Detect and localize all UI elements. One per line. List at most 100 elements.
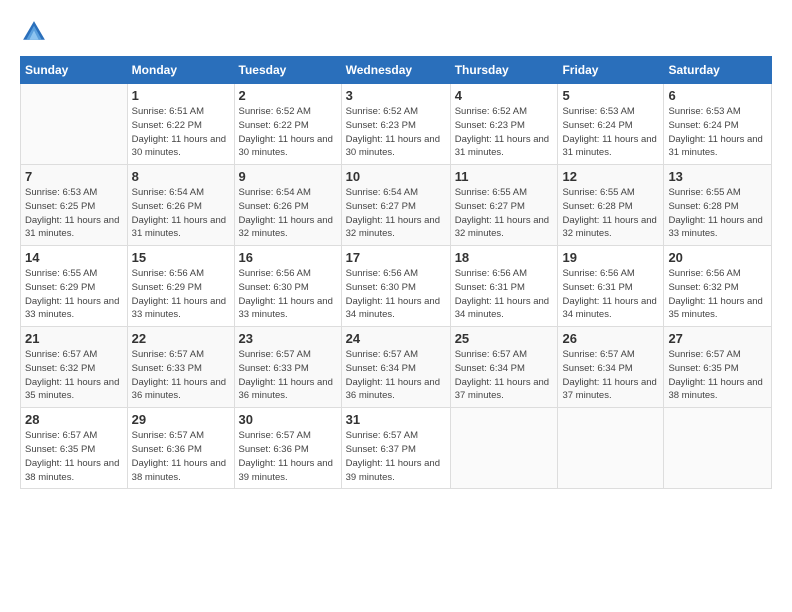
day-info: Sunrise: 6:55 AMSunset: 6:27 PMDaylight:… [455, 186, 554, 241]
day-info: Sunrise: 6:53 AMSunset: 6:25 PMDaylight:… [25, 186, 123, 241]
day-number: 7 [25, 169, 123, 184]
calendar-cell: 4Sunrise: 6:52 AMSunset: 6:23 PMDaylight… [450, 84, 558, 165]
day-info: Sunrise: 6:57 AMSunset: 6:33 PMDaylight:… [132, 348, 230, 403]
day-number: 12 [562, 169, 659, 184]
day-info: Sunrise: 6:56 AMSunset: 6:31 PMDaylight:… [562, 267, 659, 322]
day-number: 20 [668, 250, 767, 265]
calendar-cell: 27Sunrise: 6:57 AMSunset: 6:35 PMDayligh… [664, 327, 772, 408]
day-number: 15 [132, 250, 230, 265]
calendar-cell: 26 Sunrise: 6:57 AMSunset: 6:34 PMDayligh… [558, 327, 664, 408]
day-number: 8 [132, 169, 230, 184]
day-number: 30 [239, 412, 337, 427]
calendar-cell: 15 Sunrise: 6:56 AMSunset: 6:29 PMDayligh… [127, 246, 234, 327]
calendar-cell: 8 Sunrise: 6:54 AMSunset: 6:26 PMDaylight… [127, 165, 234, 246]
day-info: Sunrise: 6:57 AMSunset: 6:32 PMDaylight:… [25, 348, 123, 403]
day-info: Sunrise: 6:56 AMSunset: 6:29 PMDaylight:… [132, 267, 230, 322]
calendar-week-2: 14Sunrise: 6:55 AMSunset: 6:29 PMDayligh… [21, 246, 772, 327]
calendar-week-1: 7 Sunrise: 6:53 AMSunset: 6:25 PMDaylight… [21, 165, 772, 246]
day-number: 16 [239, 250, 337, 265]
calendar-cell: 20 Sunrise: 6:56 AMSunset: 6:32 PMDayligh… [664, 246, 772, 327]
calendar-cell: 2 Sunrise: 6:52 AMSunset: 6:22 PMDaylight… [234, 84, 341, 165]
header-row: Sunday Monday Tuesday Wednesday Thursday… [21, 57, 772, 84]
day-number: 29 [132, 412, 230, 427]
day-info: Sunrise: 6:56 AMSunset: 6:31 PMDaylight:… [455, 267, 554, 322]
day-number: 6 [668, 88, 767, 103]
calendar-cell: 9 Sunrise: 6:54 AMSunset: 6:26 PMDaylight… [234, 165, 341, 246]
day-number: 10 [346, 169, 446, 184]
calendar-cell [664, 408, 772, 489]
day-info: Sunrise: 6:57 AMSunset: 6:33 PMDaylight:… [239, 348, 337, 403]
day-number: 24 [346, 331, 446, 346]
calendar-cell: 19Sunrise: 6:56 AMSunset: 6:31 PMDayligh… [558, 246, 664, 327]
day-info: Sunrise: 6:57 AMSunset: 6:35 PMDaylight:… [668, 348, 767, 403]
col-saturday: Saturday [664, 57, 772, 84]
col-thursday: Thursday [450, 57, 558, 84]
calendar-cell: 28Sunrise: 6:57 AMSunset: 6:35 PMDayligh… [21, 408, 128, 489]
calendar-cell: 7 Sunrise: 6:53 AMSunset: 6:25 PMDaylight… [21, 165, 128, 246]
day-number: 23 [239, 331, 337, 346]
day-info: Sunrise: 6:53 AMSunset: 6:24 PMDaylight:… [562, 105, 659, 160]
day-number: 11 [455, 169, 554, 184]
calendar-cell: 23 Sunrise: 6:57 AMSunset: 6:33 PMDayligh… [234, 327, 341, 408]
calendar-cell: 25 Sunrise: 6:57 AMSunset: 6:34 PMDayligh… [450, 327, 558, 408]
day-info: Sunrise: 6:52 AMSunset: 6:22 PMDaylight:… [239, 105, 337, 160]
calendar-cell: 22 Sunrise: 6:57 AMSunset: 6:33 PMDayligh… [127, 327, 234, 408]
day-info: Sunrise: 6:55 AMSunset: 6:28 PMDaylight:… [562, 186, 659, 241]
col-friday: Friday [558, 57, 664, 84]
calendar-cell: 29 Sunrise: 6:57 AMSunset: 6:36 PMDayligh… [127, 408, 234, 489]
calendar-week-4: 28Sunrise: 6:57 AMSunset: 6:35 PMDayligh… [21, 408, 772, 489]
calendar-week-0: 1 Sunrise: 6:51 AMSunset: 6:22 PMDaylight… [21, 84, 772, 165]
day-info: Sunrise: 6:57 AMSunset: 6:36 PMDaylight:… [132, 429, 230, 484]
day-info: Sunrise: 6:51 AMSunset: 6:22 PMDaylight:… [132, 105, 230, 160]
calendar-cell [21, 84, 128, 165]
page: Sunday Monday Tuesday Wednesday Thursday… [0, 0, 792, 612]
day-number: 22 [132, 331, 230, 346]
calendar-cell: 18 Sunrise: 6:56 AMSunset: 6:31 PMDayligh… [450, 246, 558, 327]
calendar-cell: 14Sunrise: 6:55 AMSunset: 6:29 PMDayligh… [21, 246, 128, 327]
day-info: Sunrise: 6:54 AMSunset: 6:27 PMDaylight:… [346, 186, 446, 241]
day-info: Sunrise: 6:52 AMSunset: 6:23 PMDaylight:… [346, 105, 446, 160]
calendar-cell: 1 Sunrise: 6:51 AMSunset: 6:22 PMDaylight… [127, 84, 234, 165]
calendar-cell: 16 Sunrise: 6:56 AMSunset: 6:30 PMDayligh… [234, 246, 341, 327]
calendar-cell: 6Sunrise: 6:53 AMSunset: 6:24 PMDaylight… [664, 84, 772, 165]
calendar-cell: 17Sunrise: 6:56 AMSunset: 6:30 PMDayligh… [341, 246, 450, 327]
day-info: Sunrise: 6:57 AMSunset: 6:37 PMDaylight:… [346, 429, 446, 484]
logo-icon [20, 18, 48, 46]
day-info: Sunrise: 6:56 AMSunset: 6:30 PMDaylight:… [239, 267, 337, 322]
day-number: 21 [25, 331, 123, 346]
header [20, 18, 772, 46]
calendar-cell: 13Sunrise: 6:55 AMSunset: 6:28 PMDayligh… [664, 165, 772, 246]
day-info: Sunrise: 6:57 AMSunset: 6:34 PMDaylight:… [455, 348, 554, 403]
calendar-cell: 31 Sunrise: 6:57 AMSunset: 6:37 PMDayligh… [341, 408, 450, 489]
calendar-cell [558, 408, 664, 489]
day-number: 3 [346, 88, 446, 103]
logo [20, 18, 52, 46]
col-wednesday: Wednesday [341, 57, 450, 84]
calendar-cell: 3 Sunrise: 6:52 AMSunset: 6:23 PMDaylight… [341, 84, 450, 165]
day-number: 17 [346, 250, 446, 265]
calendar-cell [450, 408, 558, 489]
day-number: 1 [132, 88, 230, 103]
calendar-cell: 10 Sunrise: 6:54 AMSunset: 6:27 PMDayligh… [341, 165, 450, 246]
day-number: 25 [455, 331, 554, 346]
day-number: 28 [25, 412, 123, 427]
day-number: 31 [346, 412, 446, 427]
day-number: 2 [239, 88, 337, 103]
day-info: Sunrise: 6:57 AMSunset: 6:34 PMDaylight:… [562, 348, 659, 403]
calendar-week-3: 21 Sunrise: 6:57 AMSunset: 6:32 PMDayligh… [21, 327, 772, 408]
day-info: Sunrise: 6:55 AMSunset: 6:28 PMDaylight:… [668, 186, 767, 241]
day-info: Sunrise: 6:54 AMSunset: 6:26 PMDaylight:… [132, 186, 230, 241]
day-number: 9 [239, 169, 337, 184]
col-sunday: Sunday [21, 57, 128, 84]
day-number: 26 [562, 331, 659, 346]
day-info: Sunrise: 6:52 AMSunset: 6:23 PMDaylight:… [455, 105, 554, 160]
day-info: Sunrise: 6:57 AMSunset: 6:36 PMDaylight:… [239, 429, 337, 484]
day-info: Sunrise: 6:54 AMSunset: 6:26 PMDaylight:… [239, 186, 337, 241]
calendar-cell: 21 Sunrise: 6:57 AMSunset: 6:32 PMDayligh… [21, 327, 128, 408]
day-info: Sunrise: 6:56 AMSunset: 6:32 PMDaylight:… [668, 267, 767, 322]
col-monday: Monday [127, 57, 234, 84]
day-info: Sunrise: 6:57 AMSunset: 6:34 PMDaylight:… [346, 348, 446, 403]
day-number: 5 [562, 88, 659, 103]
day-number: 18 [455, 250, 554, 265]
calendar-table: Sunday Monday Tuesday Wednesday Thursday… [20, 56, 772, 489]
